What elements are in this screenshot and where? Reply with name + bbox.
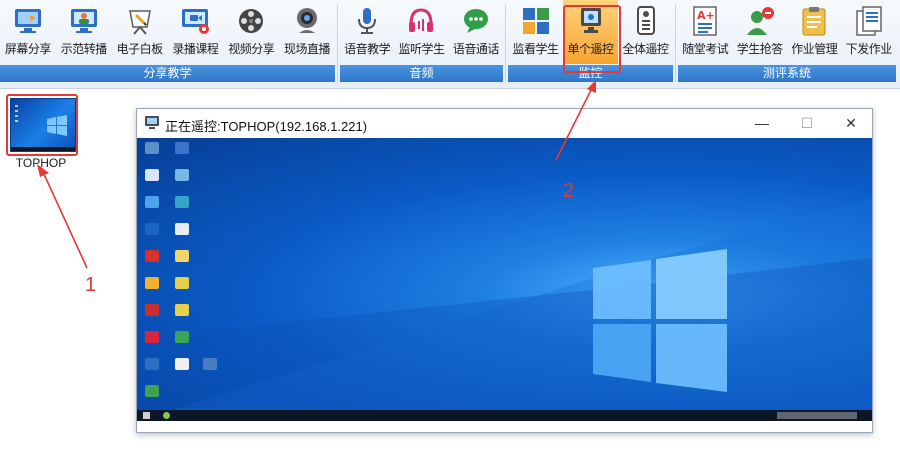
desktop-icon[interactable]	[175, 169, 189, 181]
close-button[interactable]: ✕	[840, 113, 862, 133]
annotation-step-1: 1	[85, 274, 97, 296]
live-camera-icon	[297, 8, 318, 33]
system-tray	[777, 412, 857, 419]
highlight-student-thumbnail	[6, 94, 78, 156]
voice-teaching-label: 语音教学	[344, 42, 391, 56]
whiteboard-icon	[128, 10, 151, 35]
video-share-label: 视频分享	[228, 42, 275, 56]
student-buzzer-button[interactable]: 学生抢答	[733, 0, 788, 64]
remote-desktop-view[interactable]	[137, 138, 872, 421]
desktop-icon[interactable]	[175, 142, 189, 154]
video-share-button[interactable]: 视频分享	[223, 0, 279, 64]
voice-call-button[interactable]: 语音通话	[449, 0, 503, 64]
record-course-button[interactable]: 录播课程	[167, 0, 223, 64]
record-course-icon	[182, 9, 210, 34]
watch-students-label: 监看学生	[512, 42, 559, 56]
main-toolbar: 屏幕分享 示范转播 电子白板 录播课程 视频分享 现场直播 分享教学 语音教学 …	[0, 0, 900, 89]
distribute-homework-button[interactable]: 下发作业	[842, 0, 897, 64]
monitor-app-icon	[145, 116, 159, 129]
exam-icon: A+	[693, 6, 717, 36]
quiz-label: 随堂考试	[682, 42, 729, 56]
remote-control-window[interactable]: 正在遥控:TOPHOP(192.168.1.221) — ☐ ✕	[136, 108, 873, 433]
headphones-icon	[409, 8, 434, 32]
group-share-teaching: 屏幕分享 示范转播 电子白板 录播课程 视频分享 现场直播 分享教学	[0, 0, 335, 86]
desktop-icon[interactable]	[145, 142, 159, 154]
voice-teaching-button[interactable]: 语音教学	[340, 0, 394, 64]
live-broadcast-label: 现场直播	[284, 42, 331, 56]
student-buzzer-label: 学生抢答	[736, 42, 784, 56]
live-broadcast-button[interactable]: 现场直播	[279, 0, 335, 64]
whiteboard-button[interactable]: 电子白板	[112, 0, 168, 64]
desktop-icon[interactable]	[145, 169, 159, 181]
desktop-icon[interactable]	[175, 331, 189, 343]
all-remote-control-button[interactable]: 全体遥控	[618, 0, 673, 64]
desktop-icon[interactable]	[145, 277, 159, 289]
remote-window-title: 正在遥控:TOPHOP(192.168.1.221)	[165, 119, 368, 134]
clipboard-icon	[802, 7, 826, 36]
toolbar-divider	[675, 4, 676, 82]
toolbar-divider	[337, 4, 338, 82]
desktop-icon[interactable]	[145, 250, 159, 262]
demo-broadcast-icon	[70, 9, 97, 33]
screen-share-icon	[14, 9, 41, 33]
monitor-listen-button[interactable]: 监听学生	[394, 0, 448, 64]
desktop-icon[interactable]	[175, 223, 189, 235]
screen-share-button[interactable]: 屏幕分享	[0, 0, 56, 64]
taskbar-app-icon[interactable]	[163, 412, 170, 419]
student-name-label: TOPHOP	[15, 156, 67, 170]
start-icon[interactable]	[143, 412, 150, 419]
desktop-icon[interactable]	[175, 277, 189, 289]
demo-broadcast-label: 示范转播	[60, 42, 108, 56]
desktop-icon[interactable]	[145, 304, 159, 316]
screen-share-label: 屏幕分享	[4, 42, 52, 56]
all-remote-icon	[636, 6, 655, 35]
homework-manage-button[interactable]: 作业管理	[787, 0, 842, 64]
remote-taskbar	[137, 410, 872, 421]
group-assessment: A+ 随堂考试 学生抢答 作业管理 下发作业 测评系统	[678, 0, 896, 86]
desktop-icon[interactable]	[145, 223, 159, 235]
desktop-icon[interactable]	[175, 196, 189, 208]
highlight-single-remote	[563, 5, 621, 73]
desktop-icon[interactable]	[175, 250, 189, 262]
minimize-button[interactable]: —	[751, 113, 773, 133]
video-share-icon	[239, 9, 264, 33]
quiz-button[interactable]: A+ 随堂考试	[678, 0, 733, 64]
student-thumbnail[interactable]	[6, 94, 78, 156]
microphone-icon	[358, 8, 377, 34]
demo-broadcast-button[interactable]: 示范转播	[56, 0, 112, 64]
desktop-icon[interactable]	[203, 358, 217, 370]
remote-window-titlebar[interactable]: 正在遥控:TOPHOP(192.168.1.221) — ☐ ✕	[137, 109, 872, 137]
group-label-audio: 音频	[340, 65, 503, 82]
desktop-icon[interactable]	[145, 331, 159, 343]
distribute-doc-icon	[856, 6, 882, 36]
desktop-icon[interactable]	[145, 196, 159, 208]
chat-bubble-icon	[463, 9, 488, 33]
desktop-icon[interactable]	[175, 358, 189, 370]
monitor-listen-label: 监听学生	[398, 42, 445, 56]
monitor-grid-icon	[522, 8, 549, 34]
distribute-homework-label: 下发作业	[845, 42, 893, 56]
annotation-step-2: 2	[563, 180, 575, 202]
group-audio: 语音教学 监听学生 语音通话 音频	[340, 0, 503, 86]
desktop-icon[interactable]	[145, 385, 159, 397]
windows-wallpaper-logo	[137, 198, 872, 421]
watch-students-button[interactable]: 监看学生	[508, 0, 563, 64]
record-course-label: 录播课程	[172, 42, 219, 56]
all-remote-control-label: 全体遥控	[622, 42, 669, 56]
group-label-share-teaching: 分享教学	[0, 65, 335, 82]
group-label-assessment: 测评系统	[678, 65, 896, 82]
buzzer-icon	[746, 7, 774, 35]
svg-text:A+: A+	[697, 9, 715, 22]
desktop-icon[interactable]	[175, 304, 189, 316]
toolbar-divider	[505, 4, 506, 82]
whiteboard-label: 电子白板	[116, 42, 164, 56]
voice-call-label: 语音通话	[452, 42, 500, 56]
maximize-button[interactable]: ☐	[796, 113, 818, 133]
homework-manage-label: 作业管理	[791, 42, 838, 56]
desktop-icon[interactable]	[145, 358, 159, 370]
